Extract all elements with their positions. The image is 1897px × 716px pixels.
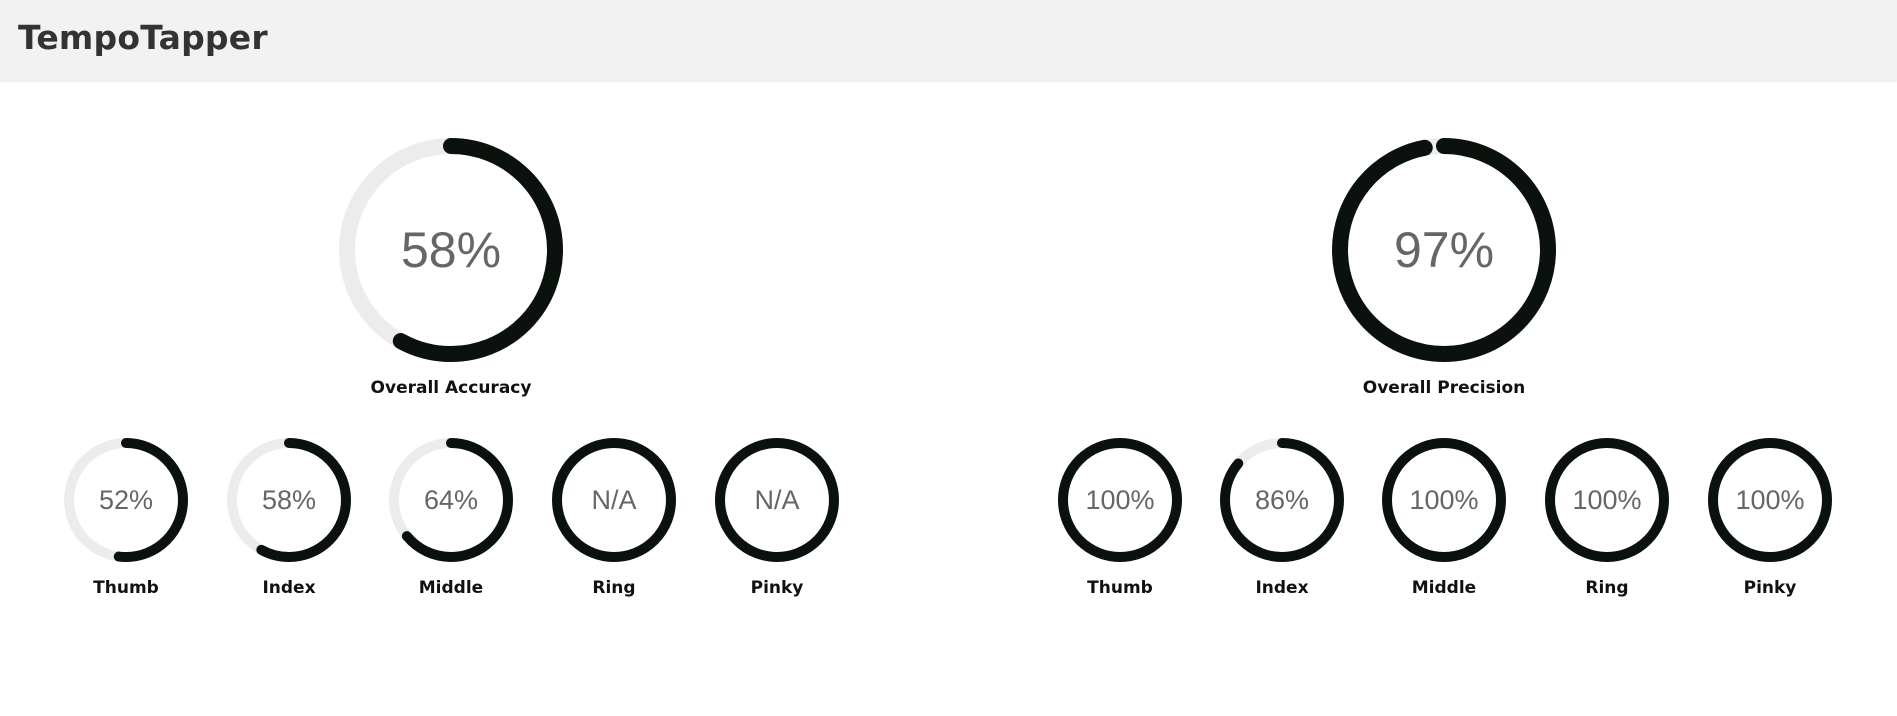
precision-finger-middle-gauge: 100% Middle: [1380, 436, 1508, 598]
overall-precision-value: 97%: [1393, 222, 1495, 278]
overall-accuracy-value: 58%: [400, 222, 502, 278]
accuracy-finger-middle-gauge: 64% Middle: [387, 436, 515, 598]
accuracy-finger-pinky-gauge: N/A Pinky: [713, 436, 841, 598]
accuracy-finger-pinky-label: Pinky: [750, 578, 804, 598]
app-title: TempoTapper: [18, 18, 268, 57]
precision-finger-ring-gauge: 100% Ring: [1543, 436, 1671, 598]
accuracy-finger-ring-gauge: N/A Ring: [550, 436, 678, 598]
overall-accuracy-label: Overall Accuracy: [370, 378, 532, 398]
overall-precision-label: Overall Precision: [1362, 378, 1526, 398]
precision-finger-thumb-gauge: 100% Thumb: [1056, 436, 1184, 598]
accuracy-finger-pinky-value: N/A: [754, 484, 800, 515]
overall-precision-gauge: 97% Overall Precision: [1330, 136, 1558, 398]
accuracy-finger-middle-value: 64%: [423, 484, 479, 515]
accuracy-finger-thumb-gauge: 52% Thumb: [62, 436, 190, 598]
accuracy-finger-index-value: 58%: [261, 484, 317, 515]
accuracy-finger-ring-value: N/A: [591, 484, 637, 515]
precision-finger-index-value: 86%: [1254, 484, 1310, 515]
precision-finger-middle-value: 100%: [1409, 484, 1479, 515]
precision-finger-thumb-value: 100%: [1085, 484, 1155, 515]
precision-finger-pinky-gauge: 100% Pinky: [1706, 436, 1834, 598]
precision-finger-pinky-label: Pinky: [1743, 578, 1797, 598]
accuracy-finger-index-gauge: 58% Index: [225, 436, 353, 598]
accuracy-finger-thumb-value: 52%: [98, 484, 154, 515]
app-header: TempoTapper: [0, 0, 1897, 80]
precision-finger-ring-value: 100%: [1572, 484, 1642, 515]
overall-accuracy-gauge: 58% Overall Accuracy: [337, 136, 565, 398]
precision-finger-pinky-value: 100%: [1735, 484, 1805, 515]
precision-finger-index-gauge: 86% Index: [1218, 436, 1346, 598]
